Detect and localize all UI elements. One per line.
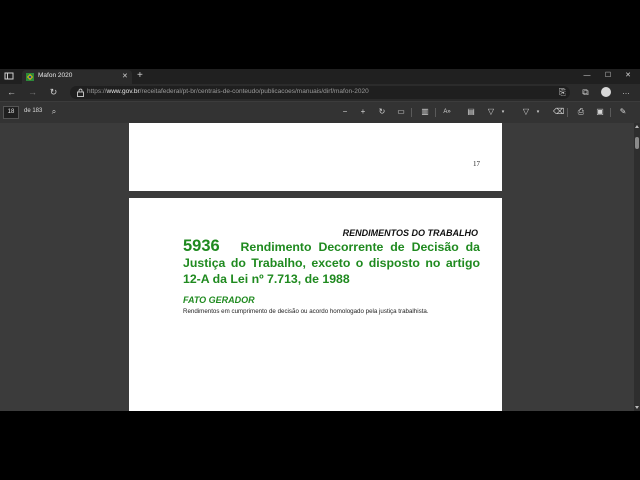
code-heading: 5936 Rendimento Decorrente de Decisão da… [183, 238, 480, 287]
page-view-icon[interactable]: ▥ [420, 107, 430, 117]
tab-mafon-2020[interactable]: Mafon 2020 ✕ [22, 70, 132, 84]
tab-actions-icon[interactable] [4, 71, 14, 81]
page-number-input[interactable] [3, 106, 19, 119]
tab-title: Mafon 2020 [38, 72, 73, 79]
toolbar-divider [435, 108, 436, 117]
settings-more-icon[interactable]: … [622, 86, 630, 98]
highlight-icon[interactable]: ▽ [486, 107, 496, 117]
pdf-page-previous: 17 [129, 123, 502, 191]
toolbar-divider [610, 108, 611, 117]
tab-strip: Mafon 2020 ✕ + — ☐ ✕ [0, 69, 640, 84]
address-bar[interactable]: https://www.gov.br/receitafederal/pt-br/… [70, 86, 570, 99]
text-icon[interactable]: ▤ [466, 107, 476, 117]
read-aloud-icon[interactable]: A» [442, 107, 452, 117]
document-viewport[interactable]: 17 RENDIMENTOS DO TRABALHO 5936 Rendimen… [0, 123, 640, 411]
pdf-page-current: RENDIMENTOS DO TRABALHO 5936 Rendimento … [129, 198, 502, 411]
draw-icon[interactable]: ▽ [521, 107, 531, 117]
collections-icon[interactable]: ⧉ [580, 87, 591, 98]
pdf-toolbar: de 183 ⌕ − + ↻ ▭ ▥ A» ▤ ▽ ▾ ▽ ▾ ⌫ ⎙ ▣ ✎ [0, 101, 640, 123]
scroll-down-icon[interactable] [635, 406, 639, 409]
zoom-in-icon[interactable]: + [358, 107, 368, 117]
tab-close-icon[interactable]: ✕ [122, 72, 128, 81]
erase-icon[interactable]: ⌫ [553, 107, 564, 117]
search-icon[interactable]: ⌕ [49, 107, 59, 117]
close-window-button[interactable]: ✕ [621, 70, 635, 82]
maximize-button[interactable]: ☐ [601, 70, 615, 82]
gov-favicon-icon [26, 73, 34, 81]
new-tab-button[interactable]: + [137, 70, 143, 82]
read-aloud-icon[interactable]: ⎘ [557, 87, 568, 98]
pin-icon[interactable]: ✎ [618, 107, 628, 117]
page-number: 17 [473, 160, 480, 168]
toolbar-divider [411, 108, 412, 117]
scroll-up-icon[interactable] [635, 125, 639, 128]
refresh-icon[interactable]: ↻ [48, 87, 59, 98]
profile-avatar[interactable] [601, 87, 611, 97]
browser-window: Mafon 2020 ✕ + — ☐ ✕ ← → ↻ https://www.g… [0, 69, 640, 411]
income-code: 5936 [183, 237, 220, 255]
rotate-icon[interactable]: ↻ [377, 107, 387, 117]
chevron-down-icon[interactable]: ▾ [498, 107, 508, 117]
fit-page-icon[interactable]: ▭ [396, 107, 406, 117]
page-total: de 183 [24, 108, 43, 114]
lock-icon[interactable] [76, 88, 85, 97]
body-paragraph: Rendimentos em cumprimento de decisão ou… [183, 308, 429, 315]
subheading: FATO GERADOR [183, 295, 255, 305]
save-icon[interactable]: ▣ [595, 107, 605, 117]
scroll-thumb[interactable] [635, 137, 639, 149]
url-text: https://www.gov.br/receitafederal/pt-br/… [87, 88, 369, 95]
vertical-scrollbar[interactable] [634, 123, 640, 411]
back-arrow-icon[interactable]: ← [6, 87, 17, 98]
navigation-bar: ← → ↻ https://www.gov.br/receitafederal/… [0, 84, 640, 101]
section-title: RENDIMENTOS DO TRABALHO [342, 228, 478, 238]
toolbar-divider [567, 108, 568, 117]
minimize-button[interactable]: — [580, 70, 594, 82]
print-icon[interactable]: ⎙ [576, 107, 586, 117]
forward-arrow-icon[interactable]: → [27, 87, 38, 98]
heading-text: Rendimento Decorrente de Decisão da Just… [183, 240, 480, 286]
zoom-out-icon[interactable]: − [340, 107, 350, 117]
chevron-down-icon[interactable]: ▾ [533, 107, 543, 117]
